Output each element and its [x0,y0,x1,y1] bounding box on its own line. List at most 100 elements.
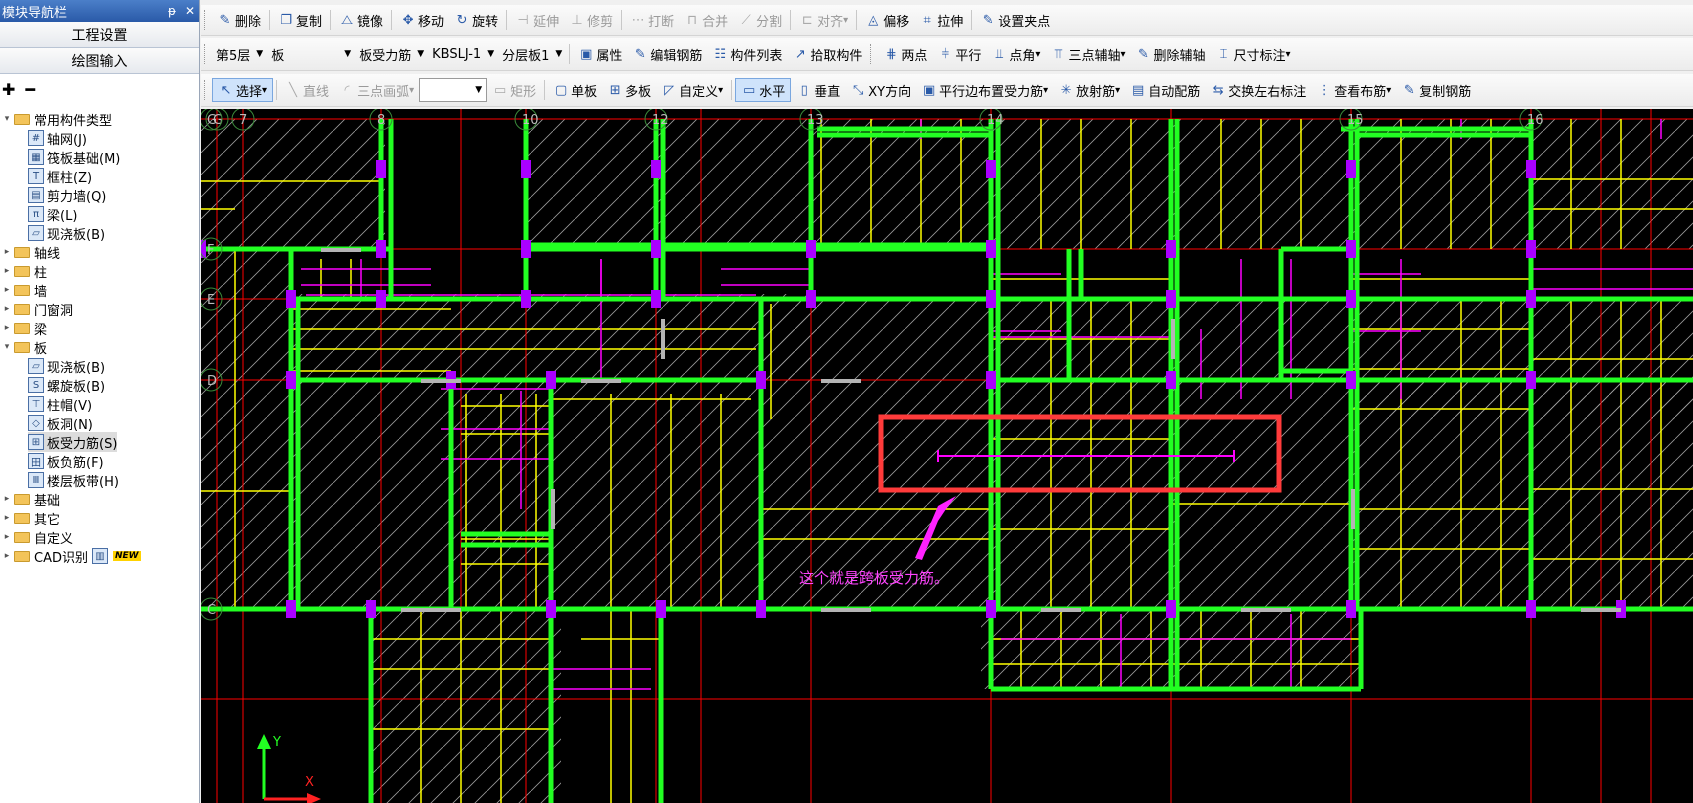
chevron-down-icon[interactable]: ▾ [843,15,848,26]
tree-item[interactable]: ▱ 现浇板(B) [28,356,105,376]
floor-select[interactable]: 第5层 ▼ [212,43,267,65]
tree-item[interactable]: ⊞ 板受力筋(S) [28,432,118,452]
tree-item[interactable]: Ⅲ 楼层板带(H) [28,470,119,490]
pin-icon[interactable]: ᵽ [163,4,181,18]
expand-arrow-icon[interactable]: ▸ [2,247,12,257]
tool-button[interactable]: ▭ 矩形 [487,78,541,102]
tool-button[interactable]: ⊞ 多板 [602,78,656,102]
collapse-arrow-icon[interactable]: ▾ [2,342,12,352]
tool-button[interactable]: ✎ 复制钢筋 [1396,78,1476,102]
tool-button[interactable]: ✎ 设置夹点 [975,8,1055,32]
chevron-down-icon[interactable]: ▾ [1043,85,1048,96]
tree-item[interactable]: 田板负筋(F) [28,451,104,471]
expand-arrow-icon[interactable]: ▸ [2,551,12,561]
tool-button[interactable]: ⫪ 三点辅轴 ▾ [1045,42,1130,66]
tool-button[interactable]: ⧍ 镜像 [334,8,388,32]
chevron-down-icon[interactable]: ▾ [1115,85,1120,96]
tool-button[interactable]: ↻ 旋转 [449,8,503,32]
expand-arrow-icon[interactable]: ▸ [2,494,12,504]
tool-button[interactable]: ╲ 直线 [280,78,334,102]
tree-item[interactable]: ◇ 板洞(N) [28,413,93,433]
tree-item[interactable]: ▸ 自定义 [2,527,73,547]
collapse-arrow-icon[interactable]: ▾ [2,114,12,124]
tool-button[interactable]: ⊣ 延伸 [510,8,564,32]
tool-button[interactable]: ⫫ 点角 ▾ [986,42,1045,66]
tree-item[interactable]: ▸ CAD识别 ▥ NEW [2,546,141,566]
tree-item[interactable]: S 螺旋板(B) [28,375,105,395]
chevron-down-icon[interactable]: ▾ [1120,49,1125,60]
tree-item[interactable]: ▸ 其它 [2,508,60,528]
project-settings-button[interactable]: 工程设置 [0,22,199,48]
tool-button[interactable]: ✥ 移动 [395,8,449,32]
tool-button[interactable]: ▢ 单板 [548,78,602,102]
tree-item[interactable]: ▾ 常用构件类型 [2,109,112,129]
tool-button[interactable]: ⌗ 拉伸 [914,8,968,32]
expand-arrow-icon[interactable]: ▸ [2,323,12,333]
tree-item[interactable]: # 轴网(J) [28,128,87,148]
drawing-input-button[interactable]: 绘图输入 [0,48,199,74]
tree-item[interactable]: T 框柱(Z) [28,166,92,186]
tool-button[interactable]: ❐ 复制 [273,8,327,32]
collapse-all-icon[interactable]: ━ [25,80,35,99]
tool-button[interactable]: ⊓ 合并 [679,8,733,32]
chevron-down-icon[interactable]: ▾ [409,85,414,96]
tool-button[interactable]: ⇆ 交换左右标注 [1205,78,1311,102]
toolbar-grip[interactable] [204,80,209,100]
tool-button[interactable]: ↖ 选择 ▾ [212,78,274,102]
chevron-down-icon[interactable]: ▾ [1035,49,1040,60]
tool-button[interactable]: ⌶ 尺寸标注 ▾ [1211,42,1296,66]
tool-button[interactable]: ◜ 三点画弧 ▾ [334,78,419,102]
arc-mode-select[interactable]: ▼ [419,78,488,102]
toolbar-grip[interactable] [204,44,209,64]
tool-button[interactable]: ✎ 编辑钢筋 [627,42,707,66]
component-select[interactable]: KBSLJ-1 ▼ [428,43,498,65]
drawing-canvas[interactable]: G 7 8 10 12 13 14 15 16 G F E D C 这个就是跨板受力筋。 Y X [201,109,1693,803]
chevron-down-icon[interactable]: ▾ [1386,85,1391,96]
tool-button[interactable]: ◸ 自定义 ▾ [656,78,728,102]
tool-button[interactable]: ⋕ 两点 [878,42,932,66]
expand-arrow-icon[interactable]: ▸ [2,513,12,523]
tree-item[interactable]: ▸ 基础 [2,489,60,509]
tool-button[interactable]: ☷ 构件列表 [707,42,787,66]
tool-button[interactable]: ↗ 拾取构件 [787,42,867,66]
tool-button[interactable]: ⊥ 修剪 [564,8,618,32]
tool-button[interactable]: ▭ 水平 [735,78,792,102]
expand-arrow-icon[interactable]: ▸ [2,285,12,295]
tool-button[interactable]: ⫩ 平行 [932,42,986,66]
tool-button[interactable]: ▣ 平行边布置受力筋 ▾ [916,78,1053,102]
cad-drawing[interactable]: G 7 8 10 12 13 14 15 16GFEDC 这个就是跨板受力筋。 Y X [201,109,1693,803]
chevron-down-icon[interactable]: ▾ [1286,49,1291,60]
tree-item[interactable]: ▸ 门窗洞 [2,299,73,319]
type-select[interactable]: 板受力筋 ▼ [355,43,428,65]
tool-button[interactable]: ✳ 放射筋 ▾ [1053,78,1125,102]
tool-button[interactable]: ⤡ XY方向 [845,78,916,102]
expand-arrow-icon[interactable]: ▸ [2,532,12,542]
chevron-down-icon[interactable]: ▾ [718,85,723,96]
tool-button[interactable]: ✎ 删除辅轴 [1131,42,1211,66]
tree-item[interactable]: ⊤ 柱帽(V) [28,394,92,414]
layer-select[interactable]: 分层板1 ▼ [498,43,566,65]
expand-all-icon[interactable]: ✚ [2,80,15,99]
tree-item[interactable]: ▸ 柱 [2,261,47,281]
tool-button[interactable]: ▯ 垂直 [791,78,845,102]
tree-item[interactable]: ▸ 梁 [2,318,47,338]
tree-item[interactable]: π 梁(L) [28,204,77,224]
tree-item[interactable]: ▾ 板 [2,337,47,357]
tool-button[interactable]: ◬ 偏移 [860,8,914,32]
tool-button[interactable]: ⊏ 对齐 ▾ [794,8,853,32]
close-icon[interactable]: ✕ [181,4,199,18]
tree-item[interactable]: ▸ 墙 [2,280,47,300]
tree-item[interactable]: ▱ 现浇板(B) [28,223,105,243]
chevron-down-icon[interactable]: ▾ [262,85,267,96]
expand-arrow-icon[interactable]: ▸ [2,304,12,314]
tree-item[interactable]: ▸ 轴线 [2,242,60,262]
tool-button[interactable]: ✎ 删除 [212,8,266,32]
tool-button[interactable]: ⟋ 分割 [733,8,787,32]
tool-button[interactable]: ▣ 属性 [573,42,627,66]
toolbar-grip[interactable] [204,10,209,30]
tool-button[interactable]: ⋮ 查看布筋 ▾ [1311,78,1396,102]
tree-item[interactable]: ▤ 剪力墙(Q) [28,185,106,205]
category-select[interactable]: 板 ▼ [267,43,355,65]
tool-button[interactable]: ⋯ 打断 [625,8,679,32]
tree-item[interactable]: ▦ 筏板基础(M) [28,147,120,167]
